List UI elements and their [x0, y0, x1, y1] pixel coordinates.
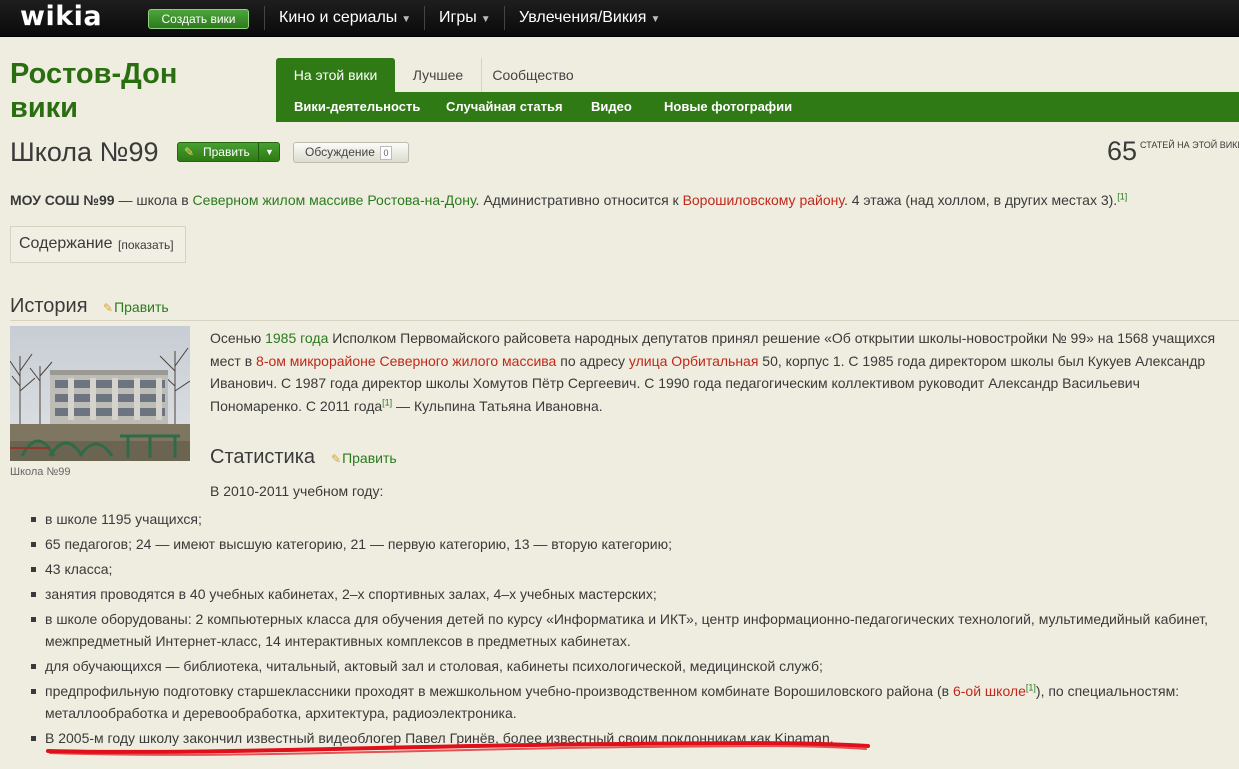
- section-edit-link[interactable]: ✎Править: [331, 449, 397, 468]
- list-item: в школе оборудованы: 2 компьютерных клас…: [45, 611, 1209, 627]
- bullet: [31, 689, 36, 694]
- history-line: Иванович. С 1987 года директор школы Хом…: [210, 375, 1140, 391]
- list-item: 43 класса;: [45, 561, 113, 577]
- reference-link[interactable]: [1]: [1117, 191, 1127, 201]
- list-item-continued: металлообработка и деревообработка, архи…: [45, 705, 517, 721]
- reference-link[interactable]: [1]: [1026, 682, 1036, 692]
- heading-history: История: [10, 295, 88, 317]
- wiki-name-line2: вики: [10, 92, 78, 124]
- intro-paragraph: МОУ СОШ №99 — школа в Северном жилом мас…: [10, 189, 1239, 212]
- tab-community[interactable]: Сообщество: [481, 58, 584, 92]
- bullet: [31, 592, 36, 597]
- chevron-down-icon: ▼: [401, 14, 412, 25]
- nav-item-games[interactable]: Игры ▼: [439, 9, 491, 29]
- wiki-name-line1: Ростов-Дон: [10, 58, 178, 90]
- tab-best[interactable]: Лучшее: [396, 58, 480, 92]
- redlink-voroshilovsky-district[interactable]: Ворошиловскому району: [683, 192, 844, 208]
- intro-bold-name: МОУ СОШ №99: [10, 192, 115, 208]
- edit-button[interactable]: ✎ Править ▼: [177, 142, 280, 162]
- intro-text: — школа в: [114, 192, 193, 208]
- global-navigation-bar: wikia Создать вики Кино и сериалы ▼ Игры ▼…: [0, 0, 1239, 37]
- nav-item-hobbies[interactable]: Увлечения/Викия ▼: [519, 9, 660, 29]
- intro-text: . 4 этажа (над холлом, в других местах 3…: [843, 192, 1118, 208]
- list-item: 65 педагогов; 24 — имеют высшую категори…: [45, 536, 673, 552]
- history-paragraph: Осенью 1985 года Исполком Первомайского …: [210, 327, 1239, 417]
- nav-divider: [504, 6, 505, 30]
- bullet: [31, 617, 36, 622]
- wiki-subnav: Вики-деятельность Случайная статья Видео…: [276, 92, 1239, 122]
- section-edit-label: Править: [342, 450, 397, 466]
- list-item: занятия проводятся в 40 учебных кабинета…: [45, 586, 657, 602]
- wikia-logo[interactable]: wikia: [20, 1, 102, 32]
- list-item-text: ), по специальностям:: [1035, 683, 1180, 699]
- nav-divider: [424, 6, 425, 30]
- bullet: [31, 664, 36, 669]
- talk-button[interactable]: Обсуждение 0: [293, 142, 409, 163]
- edit-button-label: Править: [203, 145, 250, 159]
- nav-item-label: Игры: [439, 9, 477, 26]
- link-northern-district[interactable]: Северном жилом массиве Ростова-на-Дону: [193, 192, 476, 208]
- toc-title: Содержание: [19, 235, 113, 252]
- history-line: мест в 8-ом микрорайоне Северного жилого…: [210, 350, 1239, 373]
- article-count: 65: [1107, 136, 1138, 166]
- subnav-wiki-activity[interactable]: Вики-деятельность: [294, 92, 420, 122]
- intro-text: . Административно относится к: [475, 192, 683, 208]
- statistics-intro: В 2010-2011 учебном году:: [210, 483, 384, 499]
- list-item: для обучающихся — библиотека, читальный,…: [45, 658, 823, 674]
- nav-item-label: Кино и сериалы: [279, 9, 398, 26]
- section-edit-link[interactable]: ✎Править: [103, 298, 169, 317]
- chevron-down-icon: ▼: [650, 14, 661, 25]
- article-count-label: СТАТЕЙ НА ЭТОЙ ВИКИ: [1140, 140, 1239, 150]
- link-1985[interactable]: 1985 года: [265, 330, 328, 346]
- history-text: Пономаренко. С 2011 года: [210, 397, 383, 414]
- redlink-8th-microdistrict[interactable]: 8-ом микрорайоне Северного жилого массив…: [256, 353, 556, 369]
- talk-button-label: Обсуждение: [305, 145, 375, 159]
- comment-count-badge: 0: [380, 146, 392, 160]
- list-item: в школе 1195 учащихся;: [45, 511, 202, 527]
- nav-item-label: Увлечения/Викия: [519, 9, 647, 26]
- pencil-icon: ✎: [103, 301, 114, 315]
- reference-link[interactable]: [1]: [382, 397, 392, 407]
- page-title: Школа №99: [10, 137, 159, 167]
- history-text: мест в: [210, 352, 257, 369]
- history-text: Осенью: [210, 330, 266, 346]
- button-divider: [258, 143, 259, 161]
- bullet: [31, 517, 36, 522]
- list-item-continued: межпредметный Интернет-класс, 14 интерак…: [45, 633, 631, 649]
- pencil-icon: ✎: [331, 452, 342, 466]
- list-item: предпрофильную подготовку старшеклассник…: [45, 680, 1235, 702]
- redlink-orbitalnaya-street[interactable]: улица Орбитальная: [629, 353, 759, 369]
- nav-divider: [264, 6, 265, 30]
- bullet: [31, 542, 36, 547]
- pencil-icon: ✎: [184, 145, 195, 159]
- bullet: [31, 567, 36, 572]
- wiki-name-link[interactable]: Ростов-Дон вики: [10, 57, 270, 125]
- history-text: 50, корпус 1. С 1985 года директором шко…: [758, 352, 1206, 369]
- toc-toggle[interactable]: [показать]: [118, 238, 174, 252]
- section-divider: [10, 320, 1239, 321]
- nav-item-movies-tv[interactable]: Кино и сериалы ▼: [279, 9, 411, 29]
- tab-on-this-wiki[interactable]: На этой вики: [276, 58, 395, 92]
- chevron-down-icon[interactable]: ▼: [265, 143, 274, 162]
- red-underline-annotation: [46, 741, 870, 756]
- redlink-school-6[interactable]: 6-ой школе: [953, 683, 1026, 699]
- history-text: Исполком Первомайского райсовета народны…: [328, 330, 1216, 346]
- chevron-down-icon: ▼: [480, 14, 491, 25]
- create-wiki-button[interactable]: Создать вики: [148, 9, 249, 29]
- list-item-text: предпрофильную подготовку старшеклассник…: [45, 683, 953, 699]
- history-text: по адресу: [556, 352, 629, 369]
- section-edit-label: Править: [114, 299, 169, 315]
- photo-caption: Школа №99: [10, 466, 71, 478]
- history-text: — Кульпина Татьяна Ивановна.: [392, 397, 603, 414]
- table-of-contents: Содержание [показать]: [10, 226, 186, 263]
- subnav-random-page[interactable]: Случайная статья: [446, 92, 563, 122]
- history-line: Осенью 1985 года Исполком Первомайского …: [210, 327, 1239, 350]
- subnav-videos[interactable]: Видео: [591, 92, 632, 122]
- school-photo[interactable]: [10, 326, 190, 461]
- subnav-new-photos[interactable]: Новые фотографии: [664, 92, 792, 122]
- history-line: Пономаренко. С 2011 года[1] — Кульпина Т…: [210, 395, 1239, 418]
- heading-statistics: Статистика: [210, 446, 316, 468]
